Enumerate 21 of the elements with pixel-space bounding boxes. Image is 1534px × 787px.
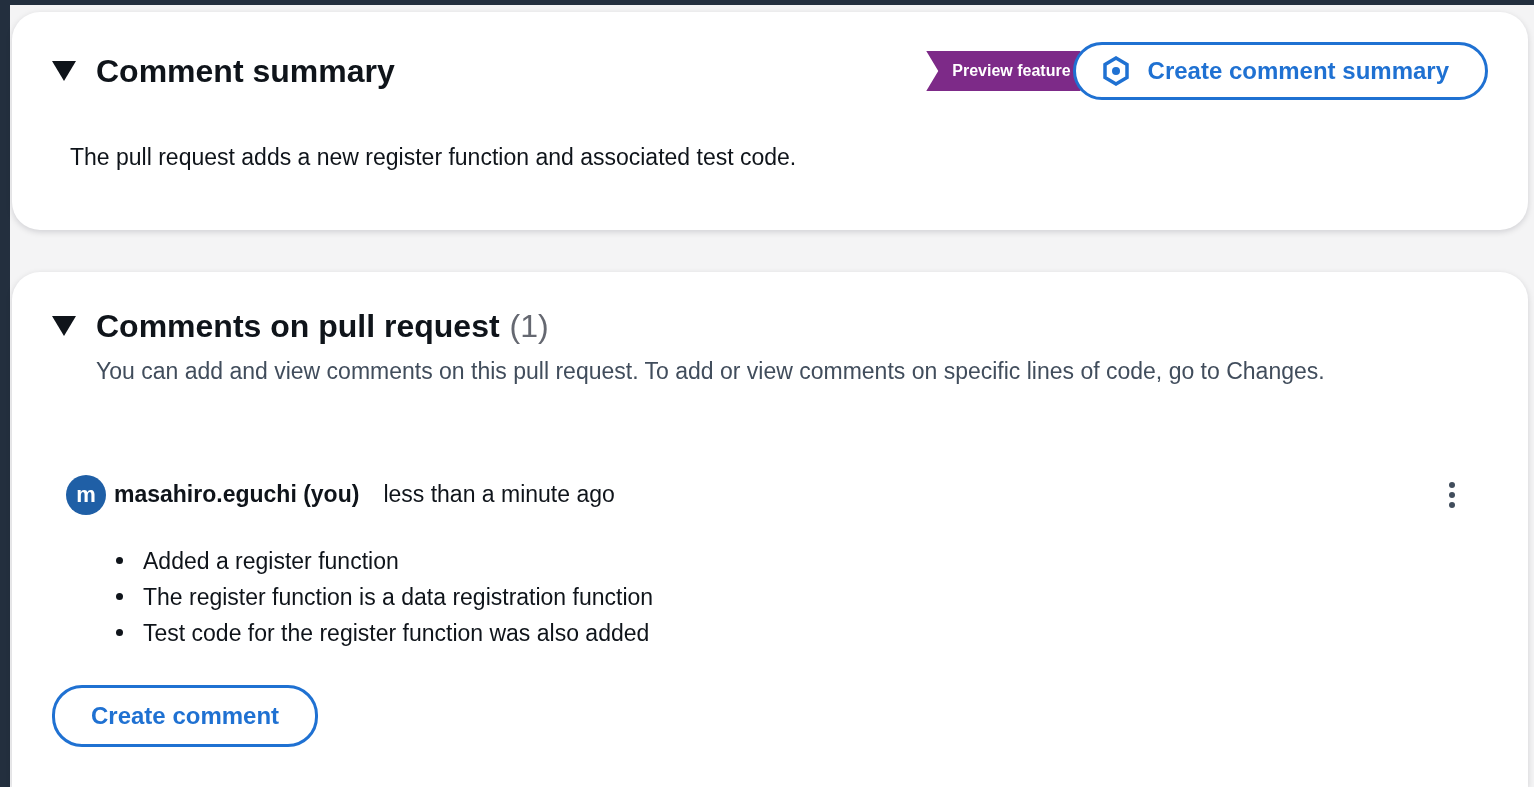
section-title: Comments on pull request [96, 307, 500, 346]
avatar: m [66, 474, 106, 515]
more-options-icon[interactable] [1448, 480, 1456, 509]
comment-count: (1) [509, 307, 549, 346]
comment-bullet: Test code for the register function was also added [143, 618, 650, 648]
preview-badge: Preview feature [926, 51, 1081, 91]
comment-bullet: Added a register function [143, 546, 399, 576]
create-summary-button[interactable]: Create comment summary [1072, 42, 1488, 100]
bullet-icon [116, 557, 123, 564]
section-title: Comment summary [96, 52, 395, 91]
caret-icon[interactable] [52, 61, 76, 81]
comment-author: masahiro.eguchi (you) [114, 480, 360, 510]
hexagon-icon [1101, 56, 1130, 86]
caret-icon[interactable] [52, 316, 76, 336]
comment-bullet: The register function is a data registration function [143, 582, 654, 612]
bullet-icon [116, 593, 123, 600]
section-description: You can add and view comments on this pull request. To add or view comments on specific lines of code, go to Changes. [96, 357, 1326, 386]
comment-time: less than a minute ago [383, 480, 615, 510]
summary-text: The pull request adds a new register function and associated test code. [70, 143, 798, 172]
bullet-icon [116, 629, 123, 636]
create-comment-button[interactable]: Create comment [52, 684, 319, 747]
